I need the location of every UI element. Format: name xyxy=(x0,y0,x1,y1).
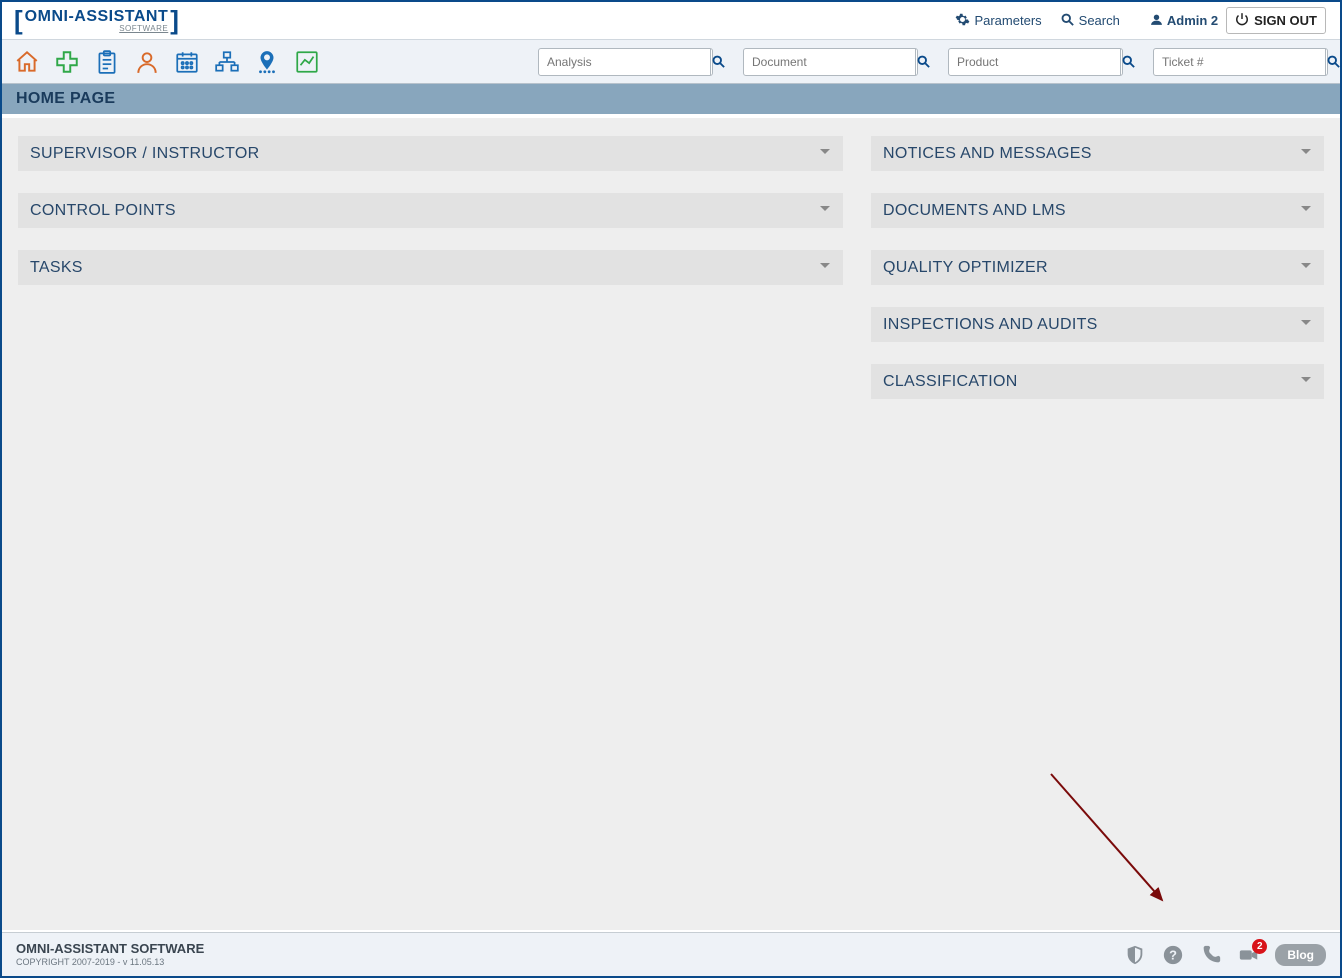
user-name[interactable]: Admin 2 xyxy=(1150,13,1218,29)
logo-sub: SOFTWARE xyxy=(25,25,169,33)
footer: OMNI-ASSISTANT SOFTWARE COPYRIGHT 2007-2… xyxy=(2,932,1340,976)
right-column: NOTICES AND MESSAGES DOCUMENTS AND LMS Q… xyxy=(871,136,1324,912)
panel-notices[interactable]: NOTICES AND MESSAGES xyxy=(871,136,1324,171)
search-label: Search xyxy=(1079,13,1120,28)
search-ticket-input[interactable] xyxy=(1154,49,1325,75)
panel-inspections[interactable]: INSPECTIONS AND AUDITS xyxy=(871,307,1324,342)
panel-title: CLASSIFICATION xyxy=(883,373,1018,391)
search-document xyxy=(743,48,918,76)
panel-control-points[interactable]: CONTROL POINTS xyxy=(18,193,843,228)
blog-button[interactable]: Blog xyxy=(1275,944,1326,966)
search-product xyxy=(948,48,1123,76)
chart-icon[interactable] xyxy=(294,49,320,75)
panel-title: DOCUMENTS AND LMS xyxy=(883,202,1066,220)
location-icon[interactable] xyxy=(254,49,280,75)
topbar: [ OMNI-ASSISTANT SOFTWARE ] Parameters S… xyxy=(2,2,1340,40)
chevron-down-icon xyxy=(1300,202,1312,220)
user-area: Admin 2 SIGN OUT xyxy=(1150,7,1326,34)
search-ticket xyxy=(1153,48,1328,76)
video-icon[interactable]: 2 xyxy=(1237,943,1261,967)
clipboard-icon[interactable] xyxy=(94,49,120,75)
app-frame: [ OMNI-ASSISTANT SOFTWARE ] Parameters S… xyxy=(0,0,1342,978)
chevron-down-icon xyxy=(1300,316,1312,334)
title-bar: HOME PAGE xyxy=(2,84,1340,114)
toolbar-searches xyxy=(538,48,1328,76)
panel-tasks[interactable]: TASKS xyxy=(18,250,843,285)
footer-copyright: COPYRIGHT 2007-2019 - v 11.05.13 xyxy=(16,957,204,968)
search-document-input[interactable] xyxy=(744,49,915,75)
panel-documents-lms[interactable]: DOCUMENTS AND LMS xyxy=(871,193,1324,228)
parameters-link[interactable]: Parameters xyxy=(955,12,1041,30)
sign-out-button[interactable]: SIGN OUT xyxy=(1226,7,1326,34)
chevron-down-icon xyxy=(819,145,831,163)
user-icon xyxy=(1150,13,1163,29)
panel-title: CONTROL POINTS xyxy=(30,202,176,220)
panel-supervisor[interactable]: SUPERVISOR / INSTRUCTOR xyxy=(18,136,843,171)
left-column: SUPERVISOR / INSTRUCTOR CONTROL POINTS T… xyxy=(18,136,843,912)
footer-left: OMNI-ASSISTANT SOFTWARE COPYRIGHT 2007-2… xyxy=(16,941,204,967)
top-links: Parameters Search xyxy=(955,12,1119,30)
svg-text:?: ? xyxy=(1169,947,1177,962)
search-link[interactable]: Search xyxy=(1060,12,1120,30)
panel-title: QUALITY OPTIMIZER xyxy=(883,259,1048,277)
sign-out-label: SIGN OUT xyxy=(1254,13,1317,28)
chevron-down-icon xyxy=(1300,259,1312,277)
gear-icon xyxy=(955,12,970,30)
footer-name: OMNI-ASSISTANT SOFTWARE xyxy=(16,941,204,957)
search-analysis-input[interactable] xyxy=(539,49,710,75)
panel-title: SUPERVISOR / INSTRUCTOR xyxy=(30,145,259,163)
search-ticket-button[interactable] xyxy=(1325,49,1341,75)
search-icon xyxy=(1060,12,1075,30)
home-icon[interactable] xyxy=(14,49,40,75)
user-name-label: Admin 2 xyxy=(1167,13,1218,28)
person-icon[interactable] xyxy=(134,49,160,75)
page-title: HOME PAGE xyxy=(16,90,115,108)
panel-classification[interactable]: CLASSIFICATION xyxy=(871,364,1324,399)
panel-title: INSPECTIONS AND AUDITS xyxy=(883,316,1098,334)
toolbar xyxy=(2,40,1340,84)
plus-icon[interactable] xyxy=(54,49,80,75)
bracket-right-icon: ] xyxy=(170,5,179,36)
bracket-left-icon: [ xyxy=(14,5,23,36)
content: SUPERVISOR / INSTRUCTOR CONTROL POINTS T… xyxy=(2,118,1340,930)
power-icon xyxy=(1235,12,1249,29)
blog-label: Blog xyxy=(1287,948,1314,962)
toolbar-icons xyxy=(14,49,320,75)
search-analysis xyxy=(538,48,713,76)
panel-title: TASKS xyxy=(30,259,83,277)
help-icon[interactable]: ? xyxy=(1161,943,1185,967)
video-badge: 2 xyxy=(1252,939,1267,954)
panel-title: NOTICES AND MESSAGES xyxy=(883,145,1092,163)
chevron-down-icon xyxy=(819,202,831,220)
logo-main: OMNI-ASSISTANT xyxy=(25,9,169,25)
shield-icon[interactable] xyxy=(1123,943,1147,967)
chevron-down-icon xyxy=(1300,373,1312,391)
calendar-icon[interactable] xyxy=(174,49,200,75)
chevron-down-icon xyxy=(819,259,831,277)
phone-icon[interactable] xyxy=(1199,943,1223,967)
panel-quality-optimizer[interactable]: QUALITY OPTIMIZER xyxy=(871,250,1324,285)
search-product-button[interactable] xyxy=(1120,49,1136,75)
search-document-button[interactable] xyxy=(915,49,931,75)
logo[interactable]: [ OMNI-ASSISTANT SOFTWARE ] xyxy=(14,5,179,36)
parameters-label: Parameters xyxy=(974,13,1041,28)
search-analysis-button[interactable] xyxy=(710,49,726,75)
org-chart-icon[interactable] xyxy=(214,49,240,75)
chevron-down-icon xyxy=(1300,145,1312,163)
search-product-input[interactable] xyxy=(949,49,1120,75)
footer-icons: ? 2 Blog xyxy=(1123,943,1326,967)
